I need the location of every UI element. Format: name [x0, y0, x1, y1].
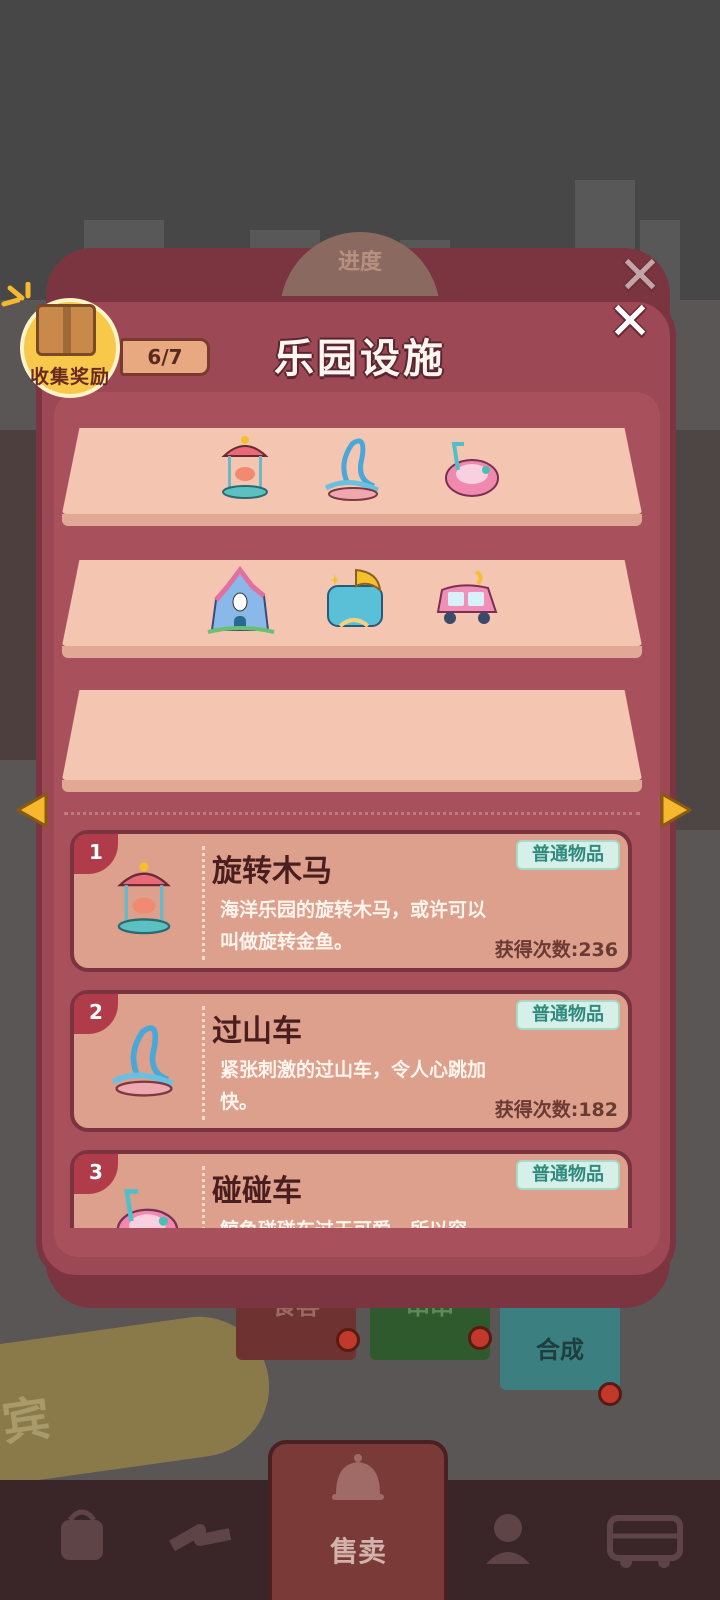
list-item[interactable]: 3 碰碰车 普通物品 鲸鱼碰碰车过于可爱，所以容 — [70, 1150, 632, 1228]
item-name: 碰碰车 — [212, 1174, 302, 1209]
previous-page-arrow[interactable] — [12, 790, 52, 830]
roller-coaster-icon — [111, 1025, 174, 1097]
shelf-row-1 — [62, 428, 642, 528]
card-separator — [202, 1006, 205, 1120]
list-item[interactable]: 1 旋转木马 普通物品 海洋乐园的旋转木马，或许可以叫做旋转金鱼。 获得次数:2… — [70, 830, 632, 972]
haunted-house-icon[interactable] — [206, 566, 276, 636]
divider — [64, 812, 640, 815]
close-button[interactable]: ✕ — [604, 296, 656, 348]
bus-icon[interactable] — [590, 1490, 700, 1590]
cake-house-icon[interactable] — [320, 566, 390, 636]
shelf-row-3 — [62, 690, 642, 792]
item-name: 过山车 — [212, 1014, 302, 1049]
carousel-icon[interactable] — [210, 434, 280, 504]
rarity-badge: 普通物品 — [516, 1000, 620, 1030]
next-page-arrow[interactable] — [656, 790, 696, 830]
exchange-icon[interactable] — [150, 1490, 260, 1590]
shelf-row-2 — [62, 560, 642, 660]
notification-dot — [336, 1328, 360, 1352]
item-name: 旋转木马 — [212, 854, 332, 889]
collection-count: 6/7 — [120, 338, 210, 376]
rarity-badge: 普通物品 — [516, 840, 620, 870]
pink-car-icon[interactable] — [432, 566, 502, 636]
card-separator — [202, 846, 205, 960]
card-separator — [202, 1166, 205, 1228]
reward-box-icon — [36, 304, 96, 356]
notification-dot — [598, 1382, 622, 1406]
notification-dot — [468, 1326, 492, 1350]
obtained-count: 获得次数:236 — [494, 939, 618, 961]
service-bell-icon — [332, 1454, 384, 1500]
item-list[interactable]: 1 旋转木马 普通物品 海洋乐园的旋转木马，或许可以叫做旋转金鱼。 获得次数:2… — [70, 830, 636, 1228]
background-shop-right — [670, 430, 720, 830]
bag-icon[interactable] — [26, 1490, 136, 1590]
item-description: 鲸鱼碰碰车过于可爱，所以容 — [220, 1214, 500, 1228]
bumper-car-icon — [116, 1189, 179, 1228]
bumper-car-icon[interactable] — [434, 434, 504, 504]
carousel-icon — [117, 862, 171, 935]
sparkle-icon — [1, 282, 31, 307]
list-item[interactable]: 2 过山车 普通物品 紧张刺激的过山车，令人心跳加快。 获得次数:182 — [70, 990, 632, 1132]
sell-tab-label: 售卖 — [329, 1535, 386, 1568]
collection-reward-label: 收集奖励 — [29, 366, 110, 388]
item-description: 紧张刺激的过山车，令人心跳加快。 — [220, 1059, 487, 1113]
rarity-badge: 普通物品 — [516, 1160, 620, 1190]
roller-coaster-icon[interactable] — [318, 434, 388, 504]
obtained-count: 获得次数:182 — [494, 1099, 618, 1121]
item-description: 海洋乐园的旋转木马，或许可以叫做旋转金鱼。 — [220, 899, 487, 953]
chef-icon[interactable] — [456, 1490, 566, 1590]
